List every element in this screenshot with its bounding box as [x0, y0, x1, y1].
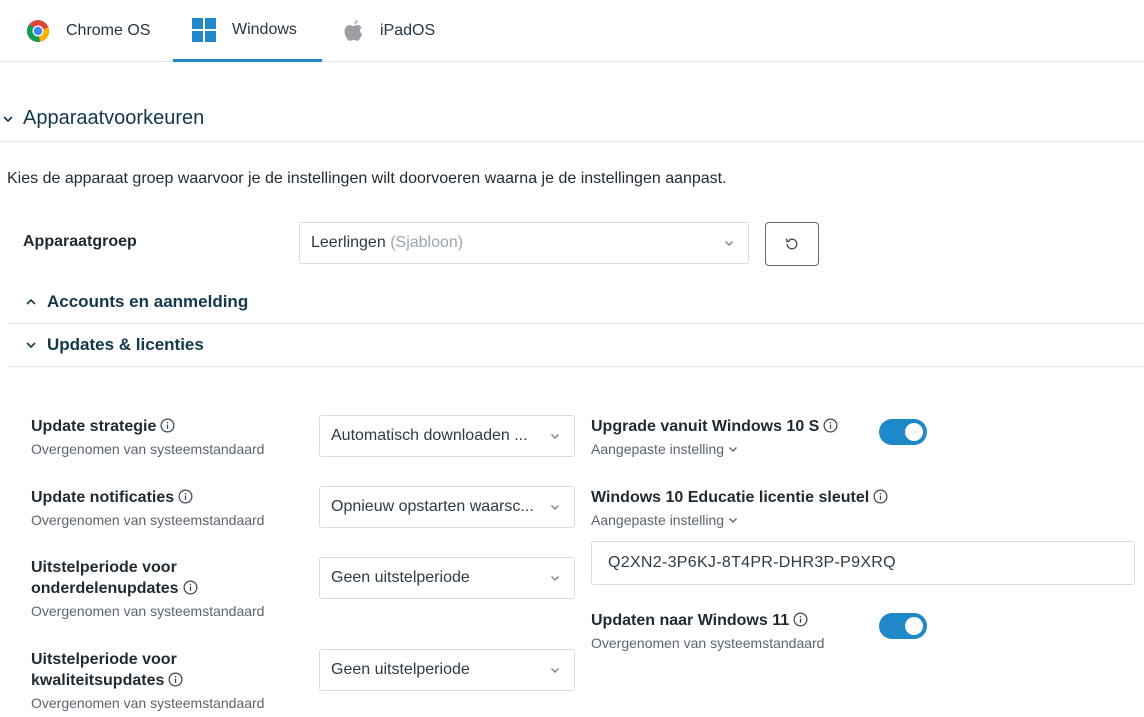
- toggle-knob: [905, 617, 923, 635]
- chevron-down-icon: [551, 434, 559, 439]
- tab-label: iPadOS: [380, 22, 436, 39]
- device-group-label: Apparaatgroep: [23, 233, 137, 250]
- apple-icon: [344, 20, 362, 41]
- device-group-select[interactable]: Leerlingen (Sjabloon): [299, 222, 749, 264]
- info-icon[interactable]: [873, 489, 888, 504]
- setting-source: Aangepaste instelling: [591, 441, 725, 457]
- reset-button[interactable]: [765, 222, 819, 266]
- tab-ipados[interactable]: iPadOS: [342, 0, 435, 62]
- chevron-down-icon: [3, 115, 13, 122]
- chevron-down-icon: [729, 518, 738, 523]
- uitstel-kwaliteit-select[interactable]: Geen uitstelperiode: [319, 649, 575, 691]
- chevron-down-icon: [729, 447, 738, 452]
- subsection-updates[interactable]: Updates & licenties: [7, 324, 1144, 367]
- update-notificaties-select[interactable]: Opnieuw opstarten waarsc...: [319, 486, 575, 528]
- setting-label: Windows 10 Educatie licentie sleutel: [591, 489, 870, 506]
- tab-label: Windows: [232, 20, 297, 38]
- tab-chrome-os[interactable]: Chrome OS: [26, 0, 150, 62]
- info-icon[interactable]: [793, 612, 808, 627]
- setting-source: Overgenomen van systeemstandaard: [591, 635, 825, 651]
- setting-label-line1: Uitstelperiode voor: [31, 559, 177, 576]
- update-11-toggle[interactable]: [879, 613, 927, 639]
- update-strategie-select[interactable]: Automatisch downloaden ...: [319, 415, 575, 457]
- chevron-up-icon: [26, 298, 36, 305]
- chevron-down-icon: [725, 241, 733, 246]
- setting-upgrade-10s: Upgrade vanuit Windows 10 S Aangepaste i…: [591, 416, 871, 457]
- device-group-value: Leerlingen: [311, 234, 386, 251]
- setting-update-notificaties: Update notificaties Overgenomen van syst…: [31, 487, 301, 528]
- select-value: Opnieuw opstarten waarsc...: [331, 498, 534, 515]
- setting-source: Overgenomen van systeemstandaard: [31, 441, 265, 457]
- subsection-title: Accounts en aanmelding: [47, 292, 249, 311]
- setting-source: Aangepaste instelling: [591, 512, 725, 528]
- info-icon[interactable]: [160, 418, 175, 433]
- select-value: Geen uitstelperiode: [331, 569, 470, 586]
- subsection-title: Updates & licenties: [47, 335, 204, 354]
- chevron-down-icon: [26, 342, 36, 349]
- info-icon[interactable]: [823, 418, 838, 433]
- setting-source: Overgenomen van systeemstandaard: [31, 512, 265, 528]
- setting-uitstel-onderdelen: Uitstelperiode voor onderdelenupdates Ov…: [31, 557, 301, 619]
- select-value: Geen uitstelperiode: [331, 661, 470, 678]
- os-tabs: Chrome OS Windows iPadOS: [0, 0, 1144, 62]
- intro-text: Kies de apparaat groep waarvoor je de in…: [7, 170, 727, 187]
- chevron-down-icon: [551, 505, 559, 510]
- setting-source: Overgenomen van systeemstandaard: [31, 603, 265, 619]
- tab-label: Chrome OS: [66, 22, 151, 39]
- setting-label: Update strategie: [31, 418, 157, 435]
- setting-update-11: Updaten naar Windows 11 Overgenomen van …: [591, 610, 871, 651]
- uitstel-onderdelen-select[interactable]: Geen uitstelperiode: [319, 557, 575, 599]
- upgrade-10s-toggle[interactable]: [879, 419, 927, 445]
- subsection-accounts[interactable]: Accounts en aanmelding: [7, 281, 1144, 324]
- setting-source-dropdown[interactable]: Aangepaste instelling: [591, 441, 871, 457]
- reset-icon: [785, 238, 798, 250]
- section-apparaatvoorkeuren[interactable]: Apparaatvoorkeuren: [0, 96, 1144, 142]
- info-icon[interactable]: [183, 580, 198, 595]
- license-key-input[interactable]: Q2XN2-3P6KJ-8T4PR-DHR3P-P9XRQ: [591, 541, 1135, 585]
- info-icon[interactable]: [178, 489, 193, 504]
- setting-label: Update notificaties: [31, 489, 175, 506]
- setting-update-strategie: Update strategie Overgenomen van systeem…: [31, 416, 301, 457]
- toggle-knob: [905, 423, 923, 441]
- device-group-hint: (Sjabloon): [390, 234, 464, 251]
- setting-label-line2: onderdelenupdates: [31, 580, 179, 597]
- setting-label: Updaten naar Windows 11: [591, 612, 790, 629]
- section-title: Apparaatvoorkeuren: [23, 107, 205, 129]
- select-value: Automatisch downloaden ...: [331, 427, 528, 444]
- setting-source-dropdown[interactable]: Aangepaste instelling: [591, 512, 911, 528]
- setting-label: Upgrade vanuit Windows 10 S: [591, 418, 820, 435]
- setting-label-line2: kwaliteitsupdates: [31, 672, 165, 689]
- chevron-down-icon: [551, 668, 559, 673]
- info-icon[interactable]: [168, 672, 183, 687]
- chevron-down-icon: [551, 576, 559, 581]
- setting-label-line1: Uitstelperiode voor: [31, 651, 177, 668]
- setting-license-key: Windows 10 Educatie licentie sleutel Aan…: [591, 487, 911, 528]
- chrome-icon: [26, 20, 50, 42]
- windows-icon: [192, 17, 216, 42]
- setting-uitstel-kwaliteit: Uitstelperiode voor kwaliteitsupdates Ov…: [31, 649, 301, 711]
- setting-source: Overgenomen van systeemstandaard: [31, 695, 265, 711]
- tab-windows[interactable]: Windows: [173, 0, 322, 62]
